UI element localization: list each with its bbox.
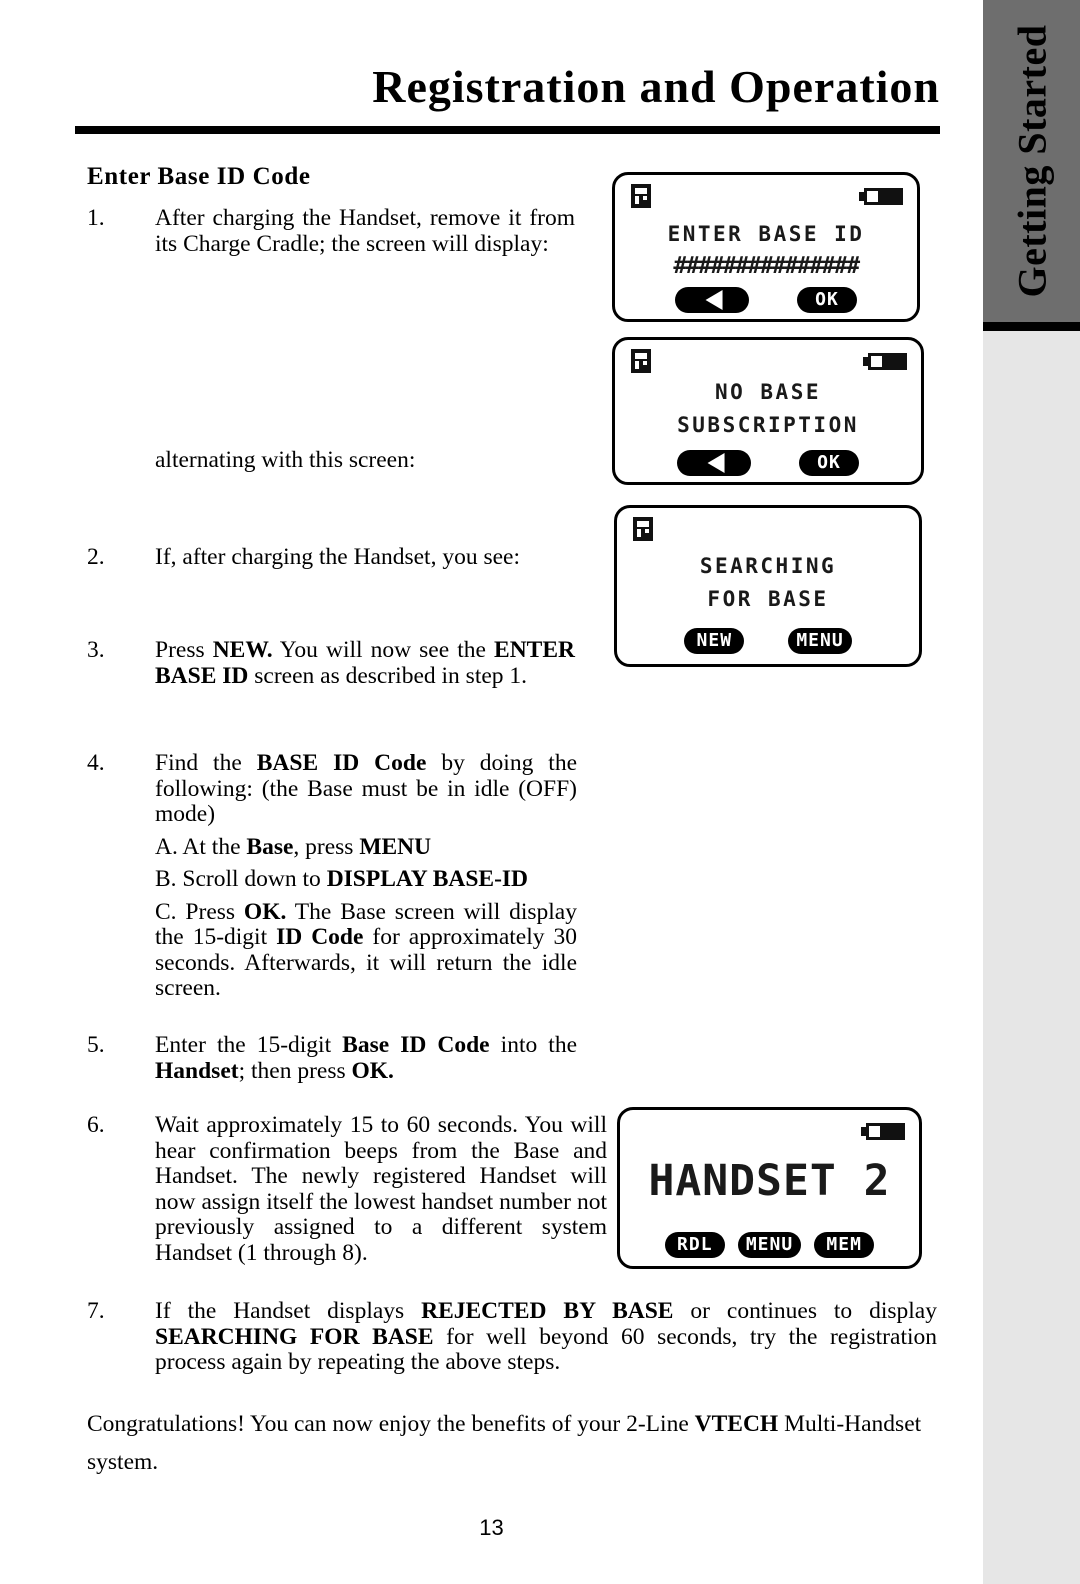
step4-bold-base-id-code: BASE ID Code xyxy=(256,750,427,776)
step4c-bold-id-code: ID Code xyxy=(276,924,364,950)
antenna-icon xyxy=(631,184,651,208)
step-number-6: 6. xyxy=(87,1112,105,1138)
lcd3-line1: SEARCHING xyxy=(699,554,837,578)
step5-bold-base-id-code: Base ID Code xyxy=(342,1032,490,1058)
step4c-seg1: C. Press xyxy=(155,898,244,925)
lcd3-softkeys: NEW MENU xyxy=(617,628,919,654)
battery-icon xyxy=(863,353,907,370)
softkey-menu[interactable]: MENU xyxy=(737,1232,802,1258)
step3-bold-new: NEW. xyxy=(212,637,273,663)
softkey-new[interactable]: NEW xyxy=(684,628,745,654)
lcd-screen-no-base-subscription: NO BASE SUBSCRIPTION ◀ OK xyxy=(612,337,924,485)
step-text-2: If, after charging the Handset, you see: xyxy=(155,544,520,570)
softkey-rdl[interactable]: RDL xyxy=(664,1232,725,1258)
step-text-1: After charging the Handset, remove it fr… xyxy=(155,205,575,257)
side-tab-text: Getting Started xyxy=(1009,24,1054,298)
step5-seg3: ; then press xyxy=(238,1057,352,1084)
step7-seg1: If the Handset displays xyxy=(155,1298,422,1324)
page-number: 13 xyxy=(479,1515,504,1540)
step-item-3: 3. Press NEW. You will now see the ENTER… xyxy=(87,637,575,689)
step5-bold-ok: OK. xyxy=(351,1057,394,1084)
outro-paragraph: Congratulations! You can now enjoy the b… xyxy=(87,1405,939,1481)
lcd2-line1: NO BASE xyxy=(714,380,821,404)
lcd1-softkeys: ◀ OK xyxy=(615,287,917,313)
lcd-screen-searching-for-base: SEARCHING FOR BASE NEW MENU xyxy=(614,505,922,667)
lcd1-line1: ENTER BASE ID xyxy=(667,222,865,246)
step-item-6: 6. Wait approximately 15 to 60 seconds. … xyxy=(87,1112,607,1266)
step-item-1: 1. After charging the Handset, remove it… xyxy=(87,205,575,257)
antenna-icon xyxy=(631,349,651,373)
step7-bold-searching-for-base: SEARCHING FOR BASE xyxy=(155,1323,434,1350)
step3-seg3: screen as described in step 1. xyxy=(248,662,528,689)
step4b-bold-display-base-id: DISPLAY BASE-ID xyxy=(326,866,529,892)
step-number-3: 3. xyxy=(87,637,105,663)
outro-bold-vtech: VTECH xyxy=(694,1411,779,1437)
alternating-screen-note: alternating with this screen: xyxy=(155,447,416,473)
softkey-mem[interactable]: MEM xyxy=(814,1232,875,1258)
section-heading: Enter Base ID Code xyxy=(87,163,311,190)
softkey-back-arrow[interactable]: ◀ xyxy=(675,287,749,313)
lcd4-line1: HANDSET 2 xyxy=(648,1156,891,1206)
lcd-status-bar xyxy=(620,1119,919,1145)
step5-seg1: Enter the 15-digit xyxy=(155,1032,343,1058)
header-rule xyxy=(75,126,940,134)
step-item-5: 5. Enter the 15-digit Base ID Code into … xyxy=(87,1032,577,1084)
side-tab-underline xyxy=(983,322,1080,331)
lcd4-softkeys: RDL MENU MEM xyxy=(620,1232,919,1258)
step-number-4: 4. xyxy=(87,750,105,776)
softkey-ok[interactable]: OK xyxy=(797,287,857,313)
step-text-7: If the Handset displays REJECTED BY BASE… xyxy=(155,1298,937,1376)
step7-bold-rejected-by-base: REJECTED BY BASE xyxy=(421,1298,674,1324)
step-number-5: 5. xyxy=(87,1032,105,1058)
step-text-6: Wait approximately 15 to 60 seconds. You… xyxy=(155,1112,607,1266)
page-title: Registration and Operation xyxy=(372,61,940,112)
lcd2-line2: SUBSCRIPTION xyxy=(677,413,859,437)
lcd-screen-handset-idle: HANDSET 2 RDL MENU MEM xyxy=(617,1107,922,1269)
step5-bold-handset: Handset xyxy=(155,1057,239,1084)
step-number-7: 7. xyxy=(87,1298,105,1324)
step-text-3: Press NEW. You will now see the ENTER BA… xyxy=(155,637,575,689)
step4a-seg2: , press xyxy=(293,833,360,860)
softkey-back-arrow[interactable]: ◀ xyxy=(677,450,751,476)
step4-sub-a: A. At the Base, press MENU xyxy=(155,833,577,861)
lcd-status-bar xyxy=(615,349,921,375)
lcd3-line2: FOR BASE xyxy=(707,587,829,611)
step4a-seg1: A. At the xyxy=(155,833,247,860)
step4c-bold-ok: OK. xyxy=(243,898,287,925)
lcd2-softkeys: ◀ OK xyxy=(615,450,921,476)
side-tab-label: Getting Started xyxy=(983,0,1080,322)
step-number-1: 1. xyxy=(87,205,105,231)
lcd-status-bar xyxy=(617,517,919,543)
battery-icon xyxy=(859,188,903,205)
step-number-2: 2. xyxy=(87,544,105,570)
outro-seg1: Congratulations! You can now enjoy the b… xyxy=(87,1411,695,1437)
step-text-5: Enter the 15-digit Base ID Code into the… xyxy=(155,1032,577,1084)
antenna-icon xyxy=(633,517,653,541)
step4b-seg1: B. Scroll down to xyxy=(155,866,327,892)
step4-sub-b: B. Scroll down to DISPLAY BASE-ID xyxy=(155,866,577,893)
softkey-ok[interactable]: OK xyxy=(799,450,859,476)
step-item-2: 2. If, after charging the Handset, you s… xyxy=(87,544,577,571)
step4a-bold-base: Base xyxy=(246,833,294,860)
step5-seg2: into the xyxy=(489,1032,577,1058)
battery-icon xyxy=(861,1123,905,1140)
softkey-menu[interactable]: MENU xyxy=(788,628,852,654)
lcd-screen-enter-base-id: ENTER BASE ID ############### ◀ OK xyxy=(612,172,920,322)
step-item-7: 7. If the Handset displays REJECTED BY B… xyxy=(87,1298,937,1376)
lcd1-line2: ############### xyxy=(673,253,860,279)
step4a-bold-menu: MENU xyxy=(359,833,432,860)
step4-seg1: Find the xyxy=(155,750,257,776)
step7-seg2: or continues to display xyxy=(673,1298,937,1324)
step3-seg1: Press xyxy=(155,637,213,663)
step4-sub-c: C. Press OK. The Base screen will displa… xyxy=(155,898,577,1002)
step-item-4: 4. Find the BASE ID Code by doing the fo… xyxy=(87,750,577,1002)
step3-seg2: You will now see the xyxy=(272,637,495,663)
step-text-4: Find the BASE ID Code by doing the follo… xyxy=(155,750,577,828)
lcd-status-bar xyxy=(615,184,917,210)
